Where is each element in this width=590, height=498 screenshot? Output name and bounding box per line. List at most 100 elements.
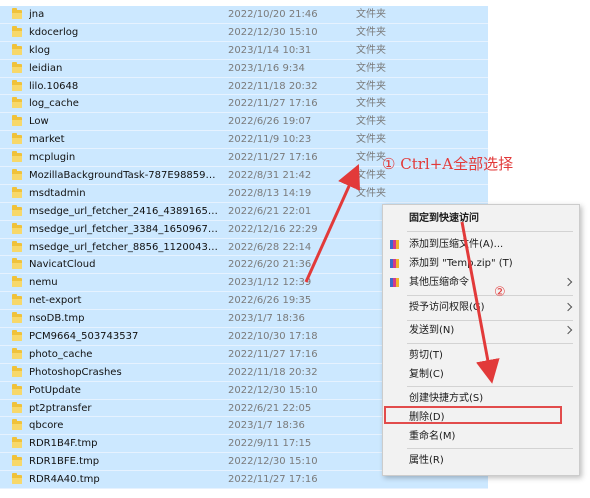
file-date: 2022/12/30 15:10 (228, 26, 318, 38)
folder-icon (12, 151, 22, 163)
folder-icon (12, 79, 22, 91)
file-date: 2022/9/11 17:15 (228, 438, 312, 450)
file-date: 2022/11/27 17:16 (228, 98, 318, 110)
folder-icon (12, 133, 22, 145)
file-name: msedge_url_fetcher_2416_438916552 (29, 205, 219, 217)
file-name: leidian (29, 62, 63, 74)
menu-separator (407, 386, 573, 387)
winrar-icon (390, 240, 399, 249)
folder-icon (12, 401, 22, 413)
file-date: 2022/10/30 17:18 (228, 331, 318, 343)
chevron-right-icon (563, 302, 573, 312)
menu-separator (407, 295, 573, 296)
winrar-icon (390, 278, 399, 287)
file-type: 文件夹 (356, 26, 386, 38)
file-row[interactable]: msdtadmin 2022/8/13 14:19 文件夹 (0, 184, 590, 203)
menu-item-send-to[interactable]: 发送到(N) (383, 321, 579, 340)
file-row[interactable]: kdocerlog 2022/12/30 15:10 文件夹 (0, 23, 590, 42)
file-date: 2023/1/14 10:31 (228, 44, 312, 56)
folder-icon (12, 115, 22, 127)
file-name: msdtadmin (29, 187, 86, 199)
menu-item-copy[interactable]: 复制(C) (383, 365, 579, 384)
file-name: log_cache (29, 98, 79, 110)
file-name: PhotoshopCrashes (29, 366, 122, 378)
menu-item-grant-access[interactable]: 授予访问权限(G) (383, 298, 579, 317)
menu-item-add-to-temp-zip[interactable]: 添加到 "Temp.zip" (T) (383, 254, 579, 273)
folder-icon (12, 383, 22, 395)
file-row[interactable]: jna 2022/10/20 21:46 文件夹 (0, 6, 590, 24)
file-type: 文件夹 (356, 134, 386, 146)
menu-item-pin-quick-access[interactable]: 固定到快速访问 (383, 209, 579, 228)
menu-item-rename[interactable]: 重命名(M) (383, 427, 579, 446)
file-date: 2022/6/21 22:01 (228, 205, 312, 217)
menu-separator (407, 231, 573, 232)
file-type: 文件夹 (356, 80, 386, 92)
file-name: RDR1BFE.tmp (29, 456, 100, 468)
menu-item-label: 发送到(N) (409, 325, 455, 336)
menu-item-label: 授予访问权限(G) (409, 302, 485, 313)
file-name: pt2ptransfer (29, 402, 92, 414)
file-date: 2023/1/7 18:36 (228, 313, 305, 325)
file-date: 2023/1/7 18:36 (228, 420, 305, 432)
file-date: 2022/12/30 15:10 (228, 384, 318, 396)
menu-item-label: 固定到快速访问 (409, 213, 479, 224)
file-row[interactable]: log_cache 2022/11/27 17:16 文件夹 (0, 95, 590, 114)
folder-icon (12, 8, 22, 19)
folder-icon (12, 222, 22, 234)
file-name: MozillaBackgroundTask-787E98859D... (29, 170, 219, 182)
folder-icon (12, 294, 22, 306)
file-row[interactable]: market 2022/11/9 10:23 文件夹 (0, 131, 590, 150)
menu-item-label: 复制(C) (409, 369, 444, 380)
folder-icon (12, 276, 22, 288)
file-row[interactable]: lilo.10648 2022/11/18 20:32 文件夹 (0, 77, 590, 96)
file-name: lilo.10648 (29, 80, 79, 92)
folder-icon (12, 365, 22, 377)
menu-item-properties[interactable]: 属性(R) (383, 451, 579, 470)
file-date: 2022/6/20 21:36 (228, 259, 312, 271)
folder-icon (12, 169, 22, 181)
folder-icon (12, 25, 22, 37)
file-name: PCM9664_503743537 (29, 331, 139, 343)
file-date: 2022/8/13 14:19 (228, 187, 312, 199)
file-name: nsoDB.tmp (29, 313, 85, 325)
file-date: 2022/11/27 17:16 (228, 348, 318, 360)
file-name: NavicatCloud (29, 259, 96, 271)
file-date: 2022/11/27 17:16 (228, 474, 318, 486)
file-name: msedge_url_fetcher_8856_112004319 (29, 241, 219, 253)
file-row[interactable]: klog 2023/1/14 10:31 文件夹 (0, 41, 590, 60)
folder-icon (12, 473, 22, 485)
menu-separator (407, 448, 573, 449)
file-name: RDR1B4F.tmp (29, 438, 98, 450)
file-date: 2022/11/18 20:32 (228, 366, 318, 378)
file-date: 2022/11/27 17:16 (228, 152, 318, 164)
file-name: Low (29, 116, 49, 128)
menu-item-cut[interactable]: 剪切(T) (383, 346, 579, 365)
file-type: 文件夹 (356, 62, 386, 74)
file-name: mcplugin (29, 152, 76, 164)
folder-icon (12, 97, 22, 109)
file-row[interactable]: leidian 2023/1/16 9:34 文件夹 (0, 59, 590, 78)
folder-icon (12, 437, 22, 449)
file-row[interactable]: Low 2022/6/26 19:07 文件夹 (0, 113, 590, 132)
file-type: 文件夹 (356, 187, 386, 199)
file-date: 2022/11/9 10:23 (228, 134, 312, 146)
folder-icon (12, 258, 22, 270)
menu-item-other-compress[interactable]: 其他压缩命令 (383, 273, 579, 292)
annotation-step2: ② (494, 285, 506, 300)
winrar-icon (390, 259, 399, 268)
folder-icon (12, 347, 22, 359)
menu-item-label: 其他压缩命令 (409, 277, 469, 288)
menu-item-label: 剪切(T) (409, 350, 443, 361)
file-type: 文件夹 (356, 98, 386, 110)
folder-icon (12, 204, 22, 216)
annotation-step1: ① Ctrl+A全部选择 (382, 155, 514, 173)
file-name: photo_cache (29, 348, 93, 360)
menu-item-add-to-archive[interactable]: 添加到压缩文件(A)... (383, 235, 579, 254)
delete-highlight-box (384, 406, 562, 424)
file-name: klog (29, 44, 51, 56)
menu-item-label: 重命名(M) (409, 431, 456, 442)
file-name: RDR4A40.tmp (29, 474, 100, 486)
menu-item-label: 添加到压缩文件(A)... (409, 239, 504, 250)
file-type: 文件夹 (356, 9, 386, 20)
file-date: 2022/6/26 19:07 (228, 116, 312, 128)
